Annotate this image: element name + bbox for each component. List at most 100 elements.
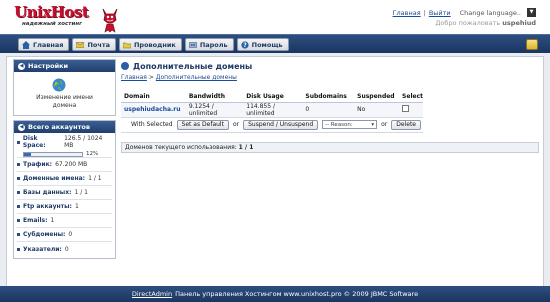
tab-label: Главная bbox=[33, 40, 64, 49]
page-icon bbox=[121, 62, 129, 70]
stat-emails: Emails: 1 bbox=[17, 214, 112, 228]
chevron-down-icon[interactable]: ▼ bbox=[527, 8, 536, 17]
stat-label: Ftp аккаунты: bbox=[23, 203, 72, 210]
tab-explorer[interactable]: Проводник bbox=[118, 38, 182, 51]
page-title-text: Дополнительные домены bbox=[133, 61, 253, 71]
directadmin-link[interactable]: DirectAdmin bbox=[132, 290, 172, 298]
account-stats-header: ◀ Всего аккаунтов bbox=[14, 121, 115, 133]
mail-icon bbox=[76, 41, 85, 48]
navbar: Главная Почта Проводник Пароль ? Помощь bbox=[0, 34, 550, 53]
disk-cell: 114.855 / unlimited bbox=[243, 102, 303, 118]
folder-shortcut-icon[interactable] bbox=[526, 39, 538, 50]
rename-label-line2: домена bbox=[52, 102, 77, 109]
link-separator: | bbox=[423, 8, 426, 17]
stat-ftp: Ftp аккаунты: 1 bbox=[17, 200, 112, 214]
stat-value: 1 bbox=[74, 203, 79, 210]
stat-databases: Базы данных: 1 / 1 bbox=[17, 186, 112, 200]
domain-cell: uspehiudacha.ru bbox=[121, 102, 186, 118]
breadcrumb-separator: > bbox=[148, 74, 154, 81]
bullet-icon bbox=[17, 177, 20, 180]
stat-subdomains: Субдомены: 0 bbox=[17, 228, 112, 242]
delete-button[interactable]: Delete bbox=[391, 119, 421, 130]
stat-label: Указатели: bbox=[23, 245, 62, 253]
tab-label: Пароль bbox=[199, 40, 228, 49]
language-select[interactable]: Change language.. bbox=[460, 9, 521, 17]
stat-label: Базы данных: bbox=[23, 189, 72, 196]
welcome-prefix: Добро пожаловать bbox=[435, 19, 501, 27]
stat-value: 1 bbox=[50, 217, 55, 224]
bullet-icon bbox=[17, 163, 20, 166]
header: UnixHost надежный хостинг Главная | Выйт… bbox=[0, 0, 550, 34]
col-subdomains: Subdomains bbox=[302, 91, 355, 103]
stats-list: Disk Space: 126.5 / 1024 MB 12% Трафик: … bbox=[14, 133, 115, 258]
help-icon: ? bbox=[241, 40, 249, 49]
tab-label: Проводник bbox=[133, 40, 176, 49]
svg-text:?: ? bbox=[243, 42, 247, 49]
devil-mascot-icon bbox=[102, 8, 118, 33]
usage-value: 1 / 1 bbox=[238, 143, 254, 151]
home-icon bbox=[22, 40, 30, 49]
suspend-button[interactable]: Suspend / Unsuspend bbox=[243, 119, 319, 130]
stat-domains: Доменные имена: 1 / 1 bbox=[17, 172, 112, 186]
rename-domain-link[interactable]: Изменение имени домена bbox=[14, 94, 115, 110]
top-links: Главная | Выйти Change language.. ▼ bbox=[393, 8, 536, 17]
breadcrumb-current[interactable]: Дополнительные домены bbox=[156, 74, 237, 81]
footer: DirectAdmin Панель управления Хостингом … bbox=[0, 286, 550, 302]
logout-link[interactable]: Выйти bbox=[429, 9, 451, 17]
usage-text: Доменов текущего использования: bbox=[125, 143, 237, 151]
tab-help[interactable]: ? Помощь bbox=[236, 38, 289, 51]
domains-table: Domain Bandwidth Disk Usage Subdomains S… bbox=[121, 91, 423, 118]
reason-select[interactable]: -- Reason: ▾ bbox=[322, 120, 378, 129]
bullet-icon bbox=[17, 205, 20, 208]
tab-label: Почта bbox=[87, 40, 110, 49]
bullet-icon bbox=[17, 191, 20, 194]
or-label: or bbox=[381, 121, 388, 128]
account-stats-box: ◀ Всего аккаунтов Disk Space: 126.5 / 10… bbox=[13, 120, 116, 259]
arrow-icon: ◀ bbox=[18, 62, 25, 70]
breadcrumb-home[interactable]: Главная bbox=[121, 74, 147, 81]
bandwidth-cell: 9.1254 / unlimited bbox=[185, 102, 244, 118]
globe-icon[interactable] bbox=[52, 78, 66, 92]
reason-placeholder: -- Reason: bbox=[325, 121, 353, 128]
disk-percent: 12% bbox=[86, 151, 99, 157]
stat-label: Субдомены: bbox=[23, 231, 66, 238]
stat-label: Доменные имена: bbox=[23, 175, 86, 182]
welcome-text: Добро пожаловать uspehiud bbox=[435, 19, 536, 27]
domain-link[interactable]: uspehiudacha.ru bbox=[124, 106, 181, 113]
tab-mail[interactable]: Почта bbox=[72, 38, 116, 51]
stat-label: Disk Space: bbox=[22, 135, 46, 149]
page-title: Дополнительные домены bbox=[121, 59, 539, 73]
account-stats-title: Всего аккаунтов bbox=[28, 123, 91, 131]
with-selected-label: With Selected bbox=[131, 121, 173, 128]
settings-title: Настройки bbox=[28, 62, 69, 70]
subdomains-cell: 0 bbox=[302, 102, 355, 118]
home-link[interactable]: Главная bbox=[393, 9, 421, 17]
tab-password[interactable]: Пароль bbox=[184, 38, 234, 51]
settings-box: ◀ Настройки Изменение имени домена bbox=[13, 59, 116, 116]
usage-summary: Доменов текущего использования: 1 / 1 bbox=[121, 141, 539, 153]
username: uspehiud bbox=[502, 19, 536, 27]
col-suspended: Suspended bbox=[354, 91, 400, 103]
col-disk-usage: Disk Usage bbox=[243, 91, 303, 103]
stat-traffic: Трафик: 67.200 MB bbox=[17, 158, 112, 172]
footer-text: Панель управления Хостингом www.unixhost… bbox=[175, 290, 419, 298]
stat-value: 67.200 MB bbox=[55, 161, 88, 168]
suspended-cell: No bbox=[354, 102, 400, 118]
set-default-button[interactable]: Set as Default bbox=[176, 119, 229, 130]
select-checkbox[interactable] bbox=[402, 105, 410, 112]
logo-subtitle: надежный хостинг bbox=[22, 21, 83, 27]
stat-value: 1 / 1 bbox=[74, 189, 88, 196]
nav-tabs: Главная Почта Проводник Пароль ? Помощь bbox=[18, 38, 289, 51]
col-domain: Domain bbox=[121, 91, 186, 103]
logo[interactable]: UnixHost надежный хостинг bbox=[12, 3, 132, 33]
tab-label: Помощь bbox=[251, 40, 283, 49]
or-label: or bbox=[232, 121, 240, 128]
folder-icon bbox=[122, 42, 131, 48]
stat-label: Emails: bbox=[23, 217, 48, 224]
bullet-icon bbox=[17, 219, 20, 222]
password-icon bbox=[189, 41, 197, 48]
stat-pointers: Указатели: 0 bbox=[17, 242, 112, 256]
table-row: uspehiudacha.ru 9.1254 / unlimited 114.8… bbox=[121, 102, 423, 118]
bullet-icon bbox=[17, 233, 20, 236]
tab-home[interactable]: Главная bbox=[18, 38, 70, 51]
